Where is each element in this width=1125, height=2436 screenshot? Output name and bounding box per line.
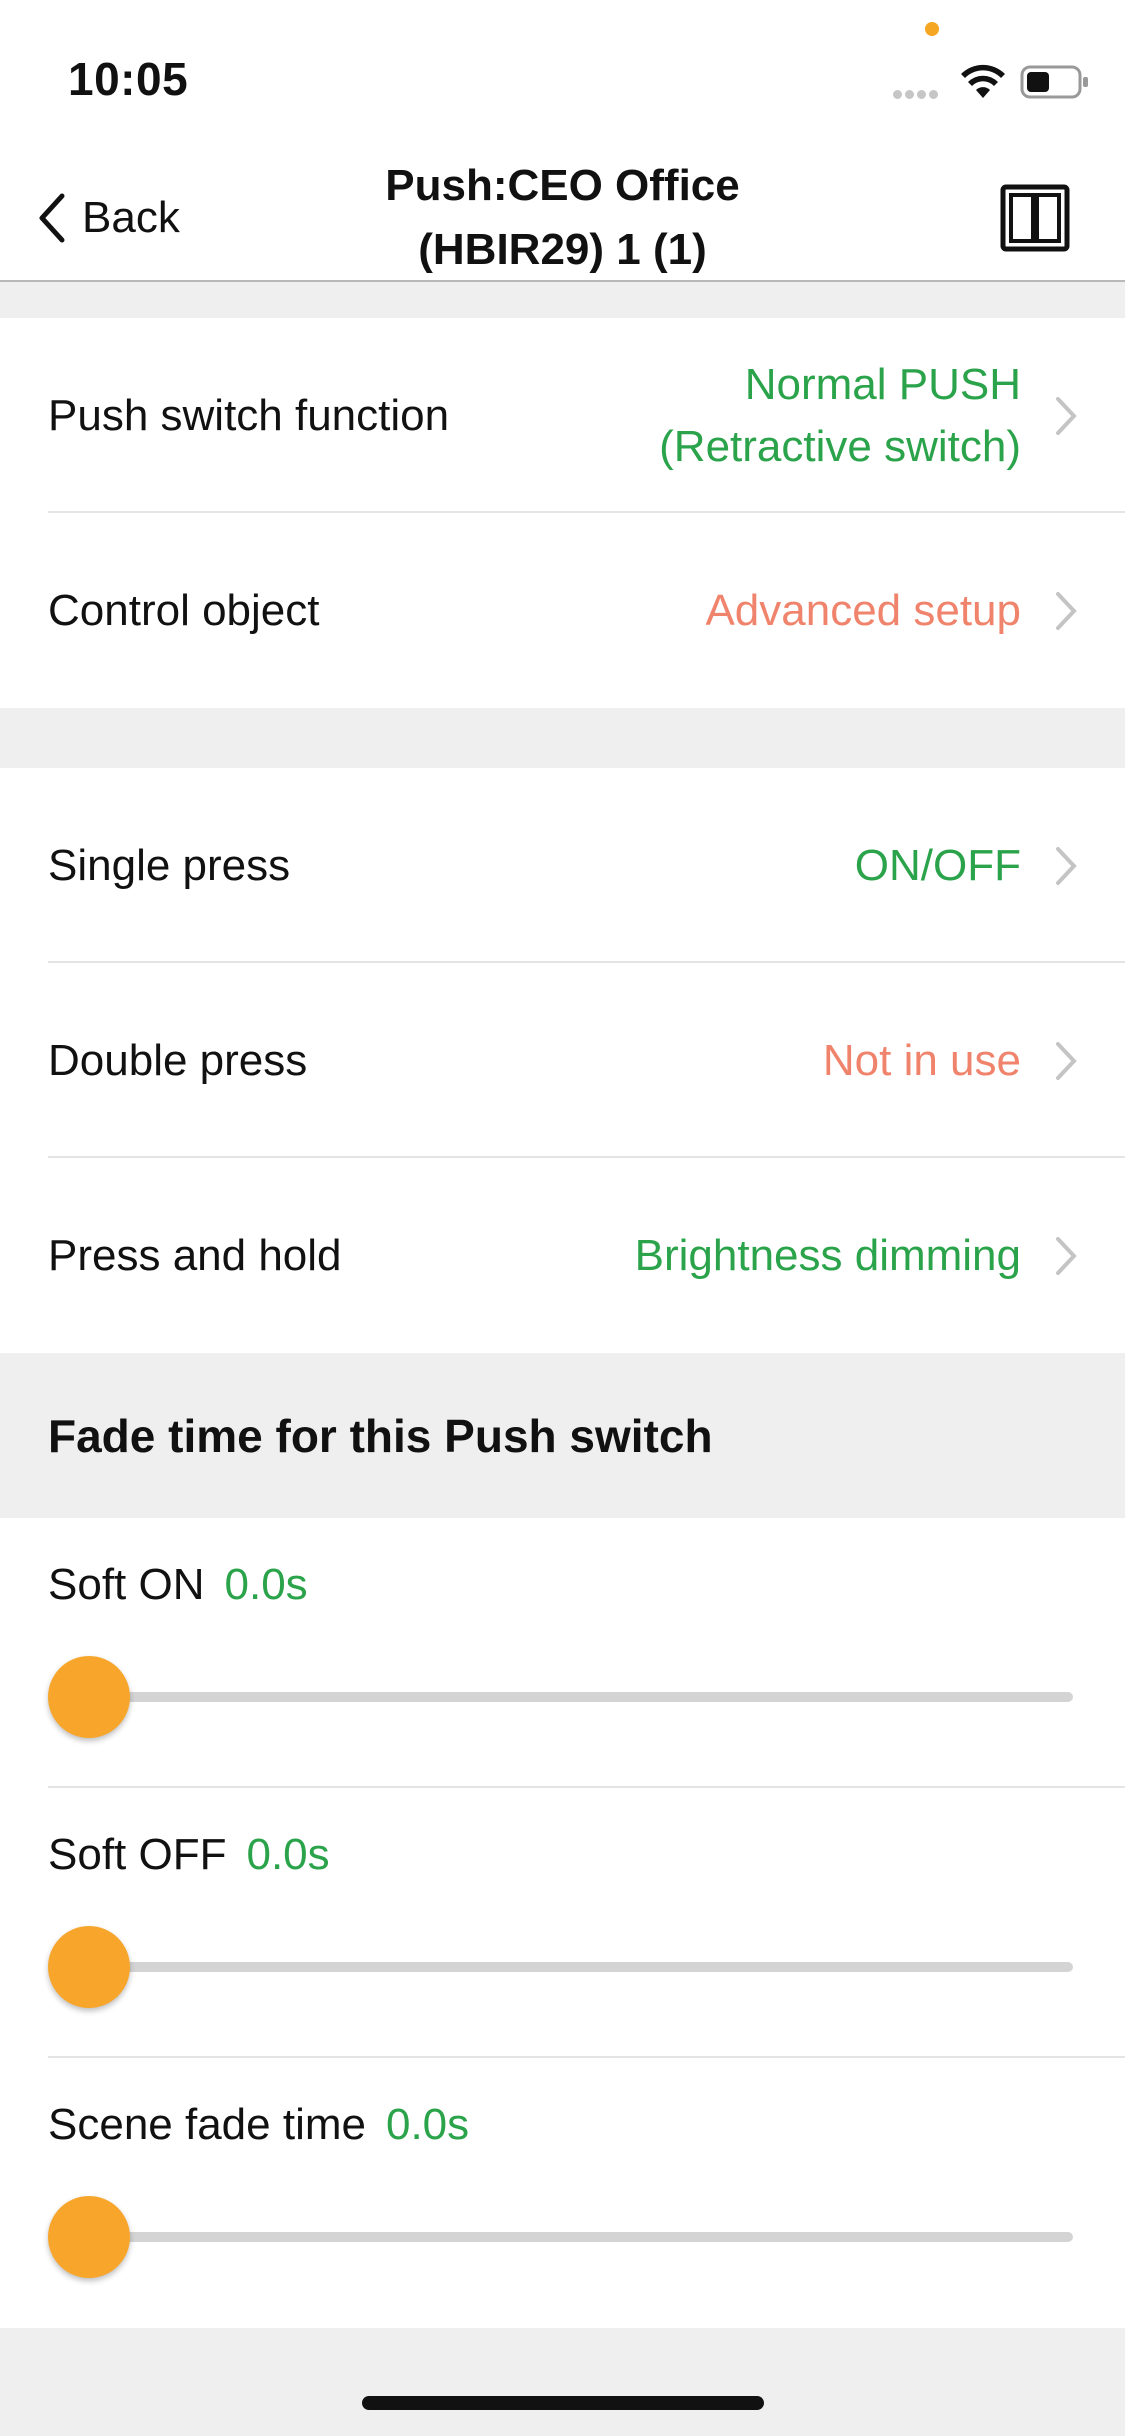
row-label: Double press (48, 1035, 308, 1085)
settings-group-function: Push switch function Normal PUSH (Retrac… (0, 318, 1125, 708)
slider-value: 0.0s (385, 2100, 470, 2149)
slider-thumb[interactable] (48, 2196, 130, 2278)
soft-off-slider-row: Soft OFF 0.0s (0, 1788, 1125, 2058)
row-value: ON/OFF (854, 840, 1021, 890)
chevron-right-icon (1056, 1041, 1077, 1080)
press-and-hold-row[interactable]: Press and hold Brightness dimming (0, 1158, 1125, 1353)
slider-label: Soft ON 0.0s (48, 1560, 308, 1610)
section-title: Fade time for this Push switch (48, 1410, 713, 1462)
fade-time-sliders: Soft ON 0.0s Soft OFF 0.0s Scene fade time… (0, 1518, 1125, 2328)
switch-layout-icon[interactable] (1000, 184, 1070, 252)
row-value: Brightness dimming (634, 1230, 1021, 1280)
row-value: Not in use (822, 1035, 1021, 1085)
row-label: Push switch function (48, 390, 450, 440)
home-indicator[interactable] (362, 2396, 764, 2410)
status-time: 10:05 (68, 53, 189, 105)
slider-thumb[interactable] (48, 1926, 130, 2008)
page-title-line2: (HBIR29) 1 (1) (418, 225, 707, 274)
status-bar: 10:05 (0, 0, 1125, 132)
single-press-row[interactable]: Single press ON/OFF (0, 768, 1125, 963)
push-switch-function-row[interactable]: Push switch function Normal PUSH (Retrac… (0, 318, 1125, 513)
double-press-row[interactable]: Double press Not in use (0, 963, 1125, 1158)
chevron-right-icon (1056, 591, 1077, 630)
chevron-left-icon (39, 193, 65, 243)
slider-label: Scene fade time 0.0s (48, 2100, 469, 2150)
battery-icon (1020, 65, 1088, 99)
chevron-right-icon (1056, 396, 1077, 435)
back-label: Back (82, 193, 180, 242)
settings-group-press-actions: Single press ON/OFF Double press Not in … (0, 768, 1125, 1353)
row-value: Advanced setup (705, 585, 1021, 635)
row-value: Normal PUSH (Retractive switch) (659, 354, 1021, 478)
row-label: Press and hold (48, 1230, 342, 1280)
slider-label-text: Soft ON (48, 1560, 205, 1609)
page-title: Push:CEO Office (HBIR29) 1 (1) (260, 154, 865, 282)
cellular-signal-icon (893, 86, 945, 99)
slider-thumb[interactable] (48, 1656, 130, 1738)
control-object-row[interactable]: Control object Advanced setup (0, 513, 1125, 708)
row-value-line2: (Retractive switch) (659, 421, 1021, 471)
scene-fade-time-slider-row: Scene fade time 0.0s (0, 2058, 1125, 2328)
wifi-icon (961, 64, 1005, 98)
back-button[interactable]: Back (36, 190, 180, 246)
slider-label: Soft OFF 0.0s (48, 1830, 330, 1880)
slider-value: 0.0s (224, 1560, 308, 1609)
chevron-right-icon (1056, 1236, 1077, 1275)
privacy-indicator-dot (925, 22, 939, 36)
slider-label-text: Scene fade time (48, 2100, 366, 2149)
slider-track[interactable] (48, 1962, 1073, 1972)
chevron-right-icon (1056, 846, 1077, 885)
fade-time-section-header: Fade time for this Push switch (0, 1353, 1125, 1518)
page-title-line1: Push:CEO Office (385, 161, 740, 210)
slider-track[interactable] (48, 1692, 1073, 1702)
row-value-line1: Normal PUSH (744, 359, 1021, 409)
slider-value: 0.0s (246, 1830, 330, 1879)
navigation-bar: Back Push:CEO Office (HBIR29) 1 (1) (0, 132, 1125, 282)
row-label: Single press (48, 840, 291, 890)
soft-on-slider-row: Soft ON 0.0s (0, 1518, 1125, 1788)
slider-label-text: Soft OFF (48, 1830, 227, 1879)
slider-track[interactable] (48, 2232, 1073, 2242)
row-label: Control object (48, 585, 320, 635)
